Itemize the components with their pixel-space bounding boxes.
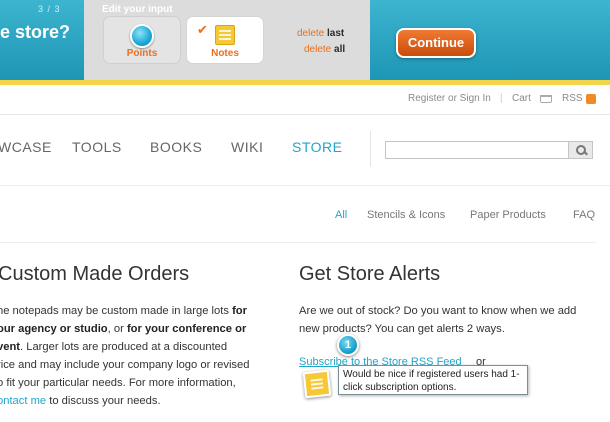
edit-input-title: Edit your input — [102, 4, 173, 15]
nav-wiki[interactable]: WIKI — [231, 139, 263, 155]
cart-link[interactable]: Cart — [512, 93, 531, 104]
checkmark-icon: ✔ — [197, 22, 208, 37]
nav-showcase[interactable]: WCASE — [0, 139, 52, 155]
register-signin-link[interactable]: Register or Sign In — [408, 93, 491, 104]
nav-store[interactable]: STORE — [292, 139, 342, 155]
search-icon[interactable] — [568, 142, 592, 158]
feedback-toolbar: 3 / 3 e store? Edit your input Points ✔ … — [0, 0, 610, 80]
toolbar-accent-strip — [0, 80, 610, 85]
subnav-divider — [0, 242, 596, 243]
store-alerts-heading: Get Store Alerts — [299, 263, 441, 285]
feedback-note-icon[interactable] — [302, 369, 332, 399]
points-option-button[interactable]: Points — [103, 16, 181, 64]
note-icon — [215, 25, 235, 45]
delete-all-link[interactable]: delete all — [304, 44, 345, 55]
subnav-faq[interactable]: FAQ — [573, 209, 595, 221]
rss-icon[interactable] — [586, 94, 596, 104]
continue-button[interactable]: Continue — [396, 28, 476, 58]
notes-label: Notes — [211, 48, 239, 59]
edit-input-panel: Edit your input Points ✔ Notes delete la… — [84, 0, 370, 80]
header-divider — [0, 114, 610, 115]
feedback-point-marker[interactable]: 1 — [337, 334, 359, 356]
subnav-paper-products[interactable]: Paper Products — [470, 209, 546, 221]
delete-last-link[interactable]: delete last — [297, 28, 344, 39]
nav-divider — [370, 131, 371, 167]
contact-me-link[interactable]: ontact me — [0, 395, 46, 407]
step-indicator: 3 / 3 — [38, 4, 61, 14]
search-input[interactable] — [385, 141, 593, 159]
utility-separator: | — [500, 93, 503, 104]
toolbar-question: e store? — [0, 22, 71, 42]
feedback-note-box[interactable]: Would be nice if registered users had 1-… — [338, 365, 528, 395]
custom-orders-text: he notepads may be custom made in large … — [0, 302, 293, 410]
nav-underline — [0, 185, 610, 186]
subnav-stencils-icons[interactable]: Stencils & Icons — [367, 209, 445, 221]
subnav-all[interactable]: All — [335, 209, 347, 221]
nav-tools[interactable]: TOOLS — [72, 139, 122, 155]
store-alerts-text: Are we out of stock? Do you want to know… — [299, 305, 577, 335]
rss-link[interactable]: RSS — [562, 93, 583, 104]
custom-orders-heading: Custom Made Orders — [0, 263, 190, 285]
point-dot-icon — [130, 24, 154, 48]
notes-option-button[interactable]: ✔ Notes — [186, 16, 264, 64]
nav-books[interactable]: BOOKS — [150, 139, 202, 155]
points-label: Points — [126, 48, 158, 59]
cart-icon[interactable] — [540, 95, 552, 103]
